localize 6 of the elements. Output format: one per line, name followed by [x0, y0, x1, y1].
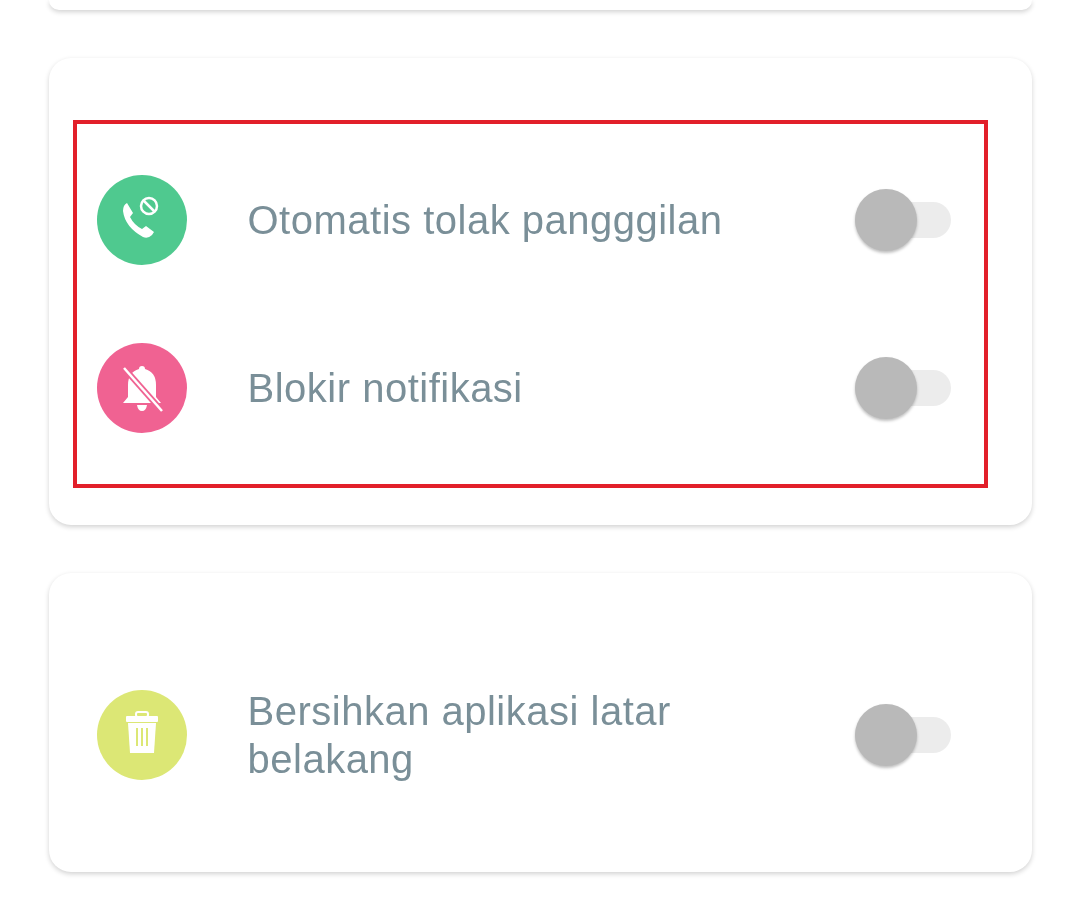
setting-label: Blokir notifikasi: [247, 365, 523, 412]
setting-label: Otomatis tolak pangggilan: [247, 197, 723, 244]
toggle-switch[interactable]: [854, 704, 951, 766]
toggle-switch[interactable]: [854, 357, 951, 419]
setting-label: Bersihkan aplikasi latar belakang: [247, 688, 672, 783]
toggle-switch[interactable]: [854, 189, 951, 251]
